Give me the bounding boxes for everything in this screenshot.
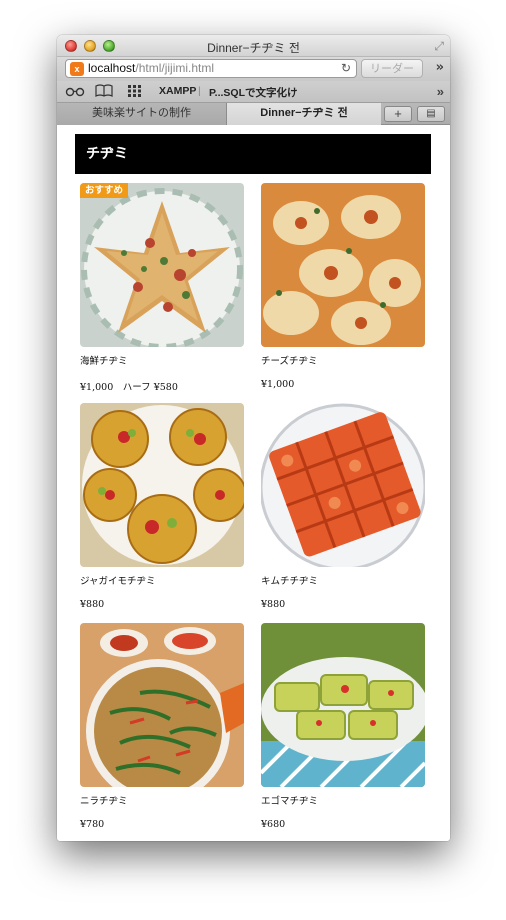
item-price: ¥780	[80, 819, 105, 830]
bookmark-sql-mojibake[interactable]: P...SQLで文字化け	[209, 85, 298, 100]
site-favicon: x	[70, 62, 84, 76]
new-tab-plus-icon[interactable]: +	[384, 106, 412, 122]
page-content: チヂミ おすすめ 海鮮チヂミ ¥1,000 ハーフ ¥580 チーズチヂミ ¥1…	[57, 127, 450, 841]
reading-list-icon[interactable]	[65, 84, 85, 101]
item-price: ¥880	[261, 599, 286, 610]
tab-bimiraku-site[interactable]: 美味楽サイトの制作	[57, 103, 227, 125]
menu-item-card[interactable]: エゴマチヂミ ¥680	[261, 623, 425, 830]
food-photo[interactable]	[261, 183, 425, 347]
menu-item-card[interactable]: キムチチヂミ ¥880	[261, 403, 425, 610]
url-path: /html/jijimi.html	[135, 61, 215, 75]
url-text[interactable]: localhost/html/jijimi.html	[88, 60, 214, 77]
bookmarks-book-icon[interactable]	[95, 84, 113, 101]
item-name: ジャガイモチヂミ	[80, 576, 156, 587]
item-name: チーズチヂミ	[261, 356, 318, 367]
page-title: チヂミ	[75, 134, 431, 174]
item-name: キムチチヂミ	[261, 576, 319, 587]
menu-item-card[interactable]: チーズチヂミ ¥1,000	[261, 183, 425, 390]
reader-button[interactable]: リーダー	[361, 59, 423, 78]
browser-window: Dinner−チヂミ 전 ⤢ x localhost/html/jijimi.h…	[57, 35, 450, 841]
item-name: 海鮮チヂミ	[80, 356, 128, 367]
reload-icon[interactable]: ↻	[341, 60, 351, 77]
tab-bar: 美味楽サイトの制作 Dinner−チヂミ 전 + ▤	[57, 103, 450, 125]
food-photo[interactable]	[80, 403, 244, 567]
food-photo[interactable]	[80, 623, 244, 787]
bookmarks-overflow-chevron-icon[interactable]: »	[437, 84, 444, 99]
fullscreen-icon[interactable]: ⤢	[434, 39, 444, 54]
title-bar[interactable]: Dinner−チヂミ 전 ⤢	[57, 35, 450, 57]
item-name: エゴマチヂミ	[261, 796, 319, 807]
address-bar[interactable]: x localhost/html/jijimi.html ↻	[65, 59, 357, 78]
menu-item-card[interactable]: おすすめ 海鮮チヂミ ¥1,000 ハーフ ¥580	[80, 183, 244, 393]
url-host: localhost	[88, 61, 136, 75]
overflow-chevron-icon[interactable]: »	[436, 60, 444, 75]
bookmarks-bar: XAMPP | P...SQLで文字化け »	[57, 81, 450, 103]
item-price: ¥1,000 ハーフ ¥580	[80, 382, 178, 393]
window-title: Dinner−チヂミ 전	[207, 41, 300, 55]
toolbar: x localhost/html/jijimi.html ↻ リーダー »	[57, 57, 450, 81]
top-sites-grid-icon[interactable]	[127, 84, 143, 101]
tab-view-icon[interactable]: ▤	[417, 106, 445, 122]
item-name: ニラチヂミ	[80, 796, 128, 807]
bookmark-separator: |	[198, 85, 201, 97]
item-price: ¥880	[80, 599, 105, 610]
tab-dinner-jijimi[interactable]: Dinner−チヂミ 전	[227, 103, 381, 125]
food-photo[interactable]	[261, 623, 425, 787]
food-photo[interactable]: おすすめ	[80, 183, 244, 347]
bookmark-xampp[interactable]: XAMPP	[159, 85, 196, 97]
food-photo[interactable]	[261, 403, 425, 567]
menu-item-card[interactable]: ジャガイモチヂミ ¥880	[80, 403, 244, 610]
recommended-badge: おすすめ	[80, 183, 129, 198]
item-price: ¥680	[261, 819, 286, 830]
menu-item-card[interactable]: ニラチヂミ ¥780	[80, 623, 244, 830]
item-price: ¥1,000	[261, 379, 295, 390]
